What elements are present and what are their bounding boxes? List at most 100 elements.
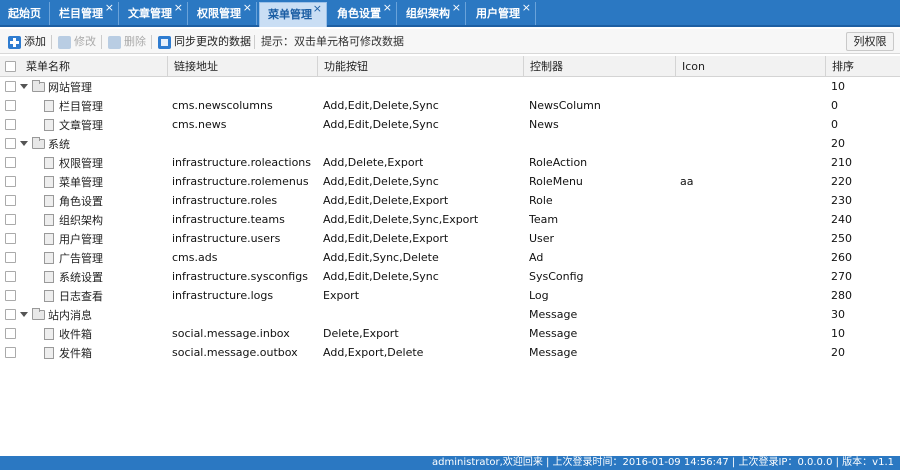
sort-cell[interactable]: 30 — [831, 305, 845, 324]
tab-column-management[interactable]: 栏目管理 × — [51, 0, 119, 25]
close-icon[interactable]: × — [105, 0, 114, 19]
tree-cell[interactable]: 文章管理 — [44, 115, 103, 134]
column-header-sort[interactable]: 排序 — [825, 56, 900, 77]
select-all-checkbox[interactable] — [5, 61, 16, 72]
column-header-controller[interactable]: 控制器 — [523, 56, 675, 77]
row-checkbox[interactable] — [5, 290, 16, 301]
tree-cell[interactable]: 系统设置 — [44, 267, 103, 286]
link-cell[interactable]: infrastructure.sysconfigs — [172, 267, 308, 286]
close-icon[interactable]: × — [243, 0, 252, 19]
controller-cell[interactable]: Message — [529, 343, 577, 362]
sort-cell[interactable]: 210 — [831, 153, 852, 172]
row-checkbox[interactable] — [5, 233, 16, 244]
table-row[interactable]: 系统 20 — [0, 134, 900, 153]
sort-cell[interactable]: 270 — [831, 267, 852, 286]
row-checkbox[interactable] — [5, 328, 16, 339]
table-row[interactable]: 菜单管理 infrastructure.rolemenus Add,Edit,Del… — [0, 172, 900, 191]
close-icon[interactable]: × — [522, 0, 531, 19]
link-cell[interactable]: infrastructure.roles — [172, 191, 277, 210]
link-cell[interactable]: infrastructure.roleactions — [172, 153, 311, 172]
controller-cell[interactable]: SysConfig — [529, 267, 584, 286]
table-row[interactable]: 广告管理 cms.ads Add,Edit,Sync,Delete Ad 260 — [0, 248, 900, 267]
column-header-name[interactable]: 菜单名称 — [20, 56, 167, 77]
expand-arrow-icon[interactable] — [20, 312, 28, 317]
sort-cell[interactable]: 0 — [831, 96, 838, 115]
actions-cell[interactable]: Add,Delete,Export — [323, 153, 423, 172]
row-checkbox[interactable] — [5, 138, 16, 149]
add-button[interactable]: 添加 — [8, 33, 46, 51]
tab-user-management[interactable]: 用户管理 × — [468, 0, 536, 25]
tree-cell[interactable]: 用户管理 — [44, 229, 103, 248]
actions-cell[interactable]: Add,Edit,Sync,Delete — [323, 248, 439, 267]
tree-cell[interactable]: 网站管理 — [20, 77, 92, 96]
expand-arrow-icon[interactable] — [20, 84, 28, 89]
actions-cell[interactable]: Add,Edit,Delete,Sync — [323, 267, 439, 286]
tree-cell[interactable]: 站内消息 — [20, 305, 92, 324]
close-icon[interactable]: × — [452, 0, 461, 19]
controller-cell[interactable]: Log — [529, 286, 549, 305]
actions-cell[interactable]: Add,Edit,Delete,Export — [323, 229, 448, 248]
tab-menu-management[interactable]: 菜单管理 × — [259, 2, 327, 27]
sort-cell[interactable]: 10 — [831, 77, 845, 96]
delete-button[interactable]: 删除 — [108, 33, 146, 51]
actions-cell[interactable]: Add,Edit,Delete,Sync,Export — [323, 210, 478, 229]
close-icon[interactable]: × — [383, 0, 392, 19]
sort-cell[interactable]: 240 — [831, 210, 852, 229]
link-cell[interactable]: cms.news — [172, 115, 226, 134]
sort-cell[interactable]: 20 — [831, 343, 845, 362]
tree-cell[interactable]: 角色设置 — [44, 191, 103, 210]
sort-cell[interactable]: 10 — [831, 324, 845, 343]
controller-cell[interactable]: RoleMenu — [529, 172, 583, 191]
controller-cell[interactable]: Ad — [529, 248, 543, 267]
link-cell[interactable]: infrastructure.logs — [172, 286, 273, 305]
row-checkbox[interactable] — [5, 214, 16, 225]
controller-cell[interactable]: News — [529, 115, 559, 134]
link-cell[interactable]: infrastructure.users — [172, 229, 280, 248]
table-row[interactable]: 用户管理 infrastructure.users Add,Edit,Delete,… — [0, 229, 900, 248]
sort-cell[interactable]: 250 — [831, 229, 852, 248]
tree-cell[interactable]: 收件箱 — [44, 324, 92, 343]
controller-cell[interactable]: Team — [529, 210, 558, 229]
column-permissions-button[interactable]: 列权限 — [846, 32, 894, 51]
controller-cell[interactable]: Message — [529, 305, 577, 324]
controller-cell[interactable]: NewsColumn — [529, 96, 601, 115]
controller-cell[interactable]: Role — [529, 191, 553, 210]
icon-cell[interactable]: aa — [680, 172, 693, 191]
actions-cell[interactable]: Add,Edit,Delete,Sync — [323, 96, 439, 115]
actions-cell[interactable]: Add,Export,Delete — [323, 343, 423, 362]
table-row[interactable]: 角色设置 infrastructure.roles Add,Edit,Delete,… — [0, 191, 900, 210]
link-cell[interactable]: infrastructure.teams — [172, 210, 285, 229]
link-cell[interactable]: social.message.outbox — [172, 343, 298, 362]
actions-cell[interactable]: Delete,Export — [323, 324, 399, 343]
row-checkbox[interactable] — [5, 100, 16, 111]
tab-article-management[interactable]: 文章管理 × — [120, 1, 188, 25]
link-cell[interactable]: cms.ads — [172, 248, 217, 267]
column-header-icon[interactable]: Icon — [675, 56, 825, 77]
table-row[interactable]: 系统设置 infrastructure.sysconfigs Add,Edit,De… — [0, 267, 900, 286]
sort-cell[interactable]: 260 — [831, 248, 852, 267]
row-checkbox[interactable] — [5, 81, 16, 92]
table-row[interactable]: 文章管理 cms.news Add,Edit,Delete,Sync News 0 — [0, 115, 900, 134]
table-row[interactable]: 站内消息 Message 30 — [0, 305, 900, 324]
expand-arrow-icon[interactable] — [20, 141, 28, 146]
table-row[interactable]: 发件箱 social.message.outbox Add,Export,Delet… — [0, 343, 900, 362]
tree-cell[interactable]: 系统 — [20, 134, 70, 153]
actions-cell[interactable]: Add,Edit,Delete,Sync — [323, 115, 439, 134]
sort-cell[interactable]: 230 — [831, 191, 852, 210]
actions-cell[interactable]: Add,Edit,Delete,Sync — [323, 172, 439, 191]
link-cell[interactable]: social.message.inbox — [172, 324, 290, 343]
tab-start[interactable]: 起始页 — [0, 2, 50, 25]
actions-cell[interactable]: Add,Edit,Delete,Export — [323, 191, 448, 210]
tree-cell[interactable]: 组织架构 — [44, 210, 103, 229]
edit-button[interactable]: 修改 — [58, 33, 96, 51]
link-cell[interactable]: cms.newscolumns — [172, 96, 273, 115]
tree-cell[interactable]: 发件箱 — [44, 343, 92, 362]
table-row[interactable]: 权限管理 infrastructure.roleactions Add,Delete… — [0, 153, 900, 172]
tree-cell[interactable]: 日志查看 — [44, 286, 103, 305]
table-row[interactable]: 组织架构 infrastructure.teams Add,Edit,Delete,… — [0, 210, 900, 229]
table-row[interactable]: 日志查看 infrastructure.logs Export Log 280 — [0, 286, 900, 305]
tree-cell[interactable]: 栏目管理 — [44, 96, 103, 115]
sort-cell[interactable]: 20 — [831, 134, 845, 153]
table-row[interactable]: 栏目管理 cms.newscolumns Add,Edit,Delete,Sync N… — [0, 96, 900, 115]
row-checkbox[interactable] — [5, 309, 16, 320]
